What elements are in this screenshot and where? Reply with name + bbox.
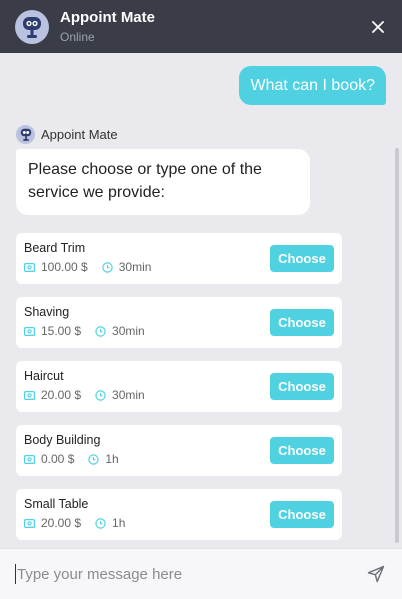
- choose-button[interactable]: Choose: [270, 437, 334, 464]
- robot-avatar-icon: [16, 125, 35, 144]
- money-icon: [24, 263, 35, 272]
- service-price: 15.00 $: [41, 324, 82, 338]
- choose-button[interactable]: Choose: [270, 245, 334, 272]
- close-button[interactable]: [368, 17, 388, 37]
- service-card: Small Table 20.00 $ 1h Choose: [16, 489, 342, 540]
- bot-name: Appoint Mate: [41, 127, 118, 142]
- user-message: What can I book?: [239, 66, 386, 105]
- send-icon: [367, 565, 385, 583]
- message-composer: [0, 548, 402, 599]
- chat-area[interactable]: What can I book? Appoint Mate Please cho…: [0, 53, 402, 548]
- robot-avatar-icon: [15, 9, 49, 44]
- service-price: 0.00 $: [41, 452, 75, 466]
- clock-icon: [95, 518, 106, 529]
- chat-header: Appoint Mate Online: [0, 0, 402, 53]
- clock-icon: [95, 390, 106, 401]
- chat-title: Appoint Mate: [60, 8, 155, 26]
- service-duration: 1h: [112, 516, 126, 530]
- service-price: 100.00 $: [41, 260, 88, 274]
- service-card: Beard Trim 100.00 $ 30min Choose: [16, 233, 342, 284]
- choose-button[interactable]: Choose: [270, 501, 334, 528]
- clock-icon: [88, 454, 100, 465]
- service-duration: 30min: [112, 388, 145, 402]
- send-button[interactable]: [366, 564, 386, 584]
- service-price: 20.00 $: [41, 516, 82, 530]
- choose-button[interactable]: Choose: [270, 309, 334, 336]
- money-icon: [24, 455, 35, 464]
- money-icon: [24, 391, 35, 400]
- chat-scrollbar[interactable]: [395, 148, 399, 543]
- money-icon: [24, 519, 35, 528]
- service-card: Haircut 20.00 $ 30min Choose: [16, 361, 342, 412]
- clock-icon: [95, 326, 106, 337]
- service-duration: 1h: [105, 452, 119, 466]
- online-status: Online: [60, 29, 95, 44]
- close-icon: [372, 20, 384, 33]
- clock-icon: [102, 262, 113, 273]
- service-card: Body Building 0.00 $ 1h Choose: [16, 425, 342, 476]
- service-duration: 30min: [118, 260, 152, 274]
- bot-identity: Appoint Mate: [16, 125, 118, 144]
- service-duration: 30min: [112, 324, 145, 338]
- message-input[interactable]: [15, 564, 366, 584]
- money-icon: [24, 327, 35, 336]
- service-card: Shaving 15.00 $ 30min Choose: [16, 297, 342, 348]
- bot-message: Please choose or type one of the service…: [16, 149, 310, 215]
- service-price: 20.00 $: [41, 388, 82, 402]
- choose-button[interactable]: Choose: [270, 373, 334, 400]
